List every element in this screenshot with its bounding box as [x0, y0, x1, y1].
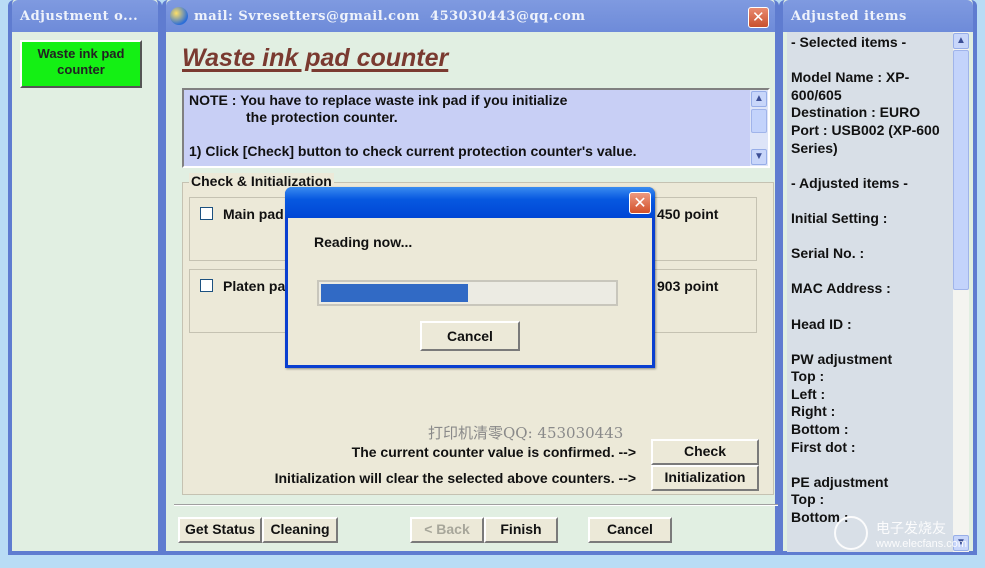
qq-contact-note: 打印机清零QQ: 453030443 [428, 424, 624, 442]
scroll-thumb[interactable] [953, 50, 969, 290]
scroll-down-icon[interactable]: ▼ [751, 149, 767, 165]
bottom-separator [174, 504, 778, 506]
scroll-up-icon[interactable]: ▲ [751, 91, 767, 107]
scroll-up-icon[interactable]: ▲ [953, 33, 969, 49]
init-description: Initialization will clear the selected a… [274, 470, 636, 486]
adjustment-panel-title: Adjustment o... [12, 0, 158, 32]
watermark-text: 电子发烧友 [876, 520, 946, 536]
adjusted-item-line: Top : [791, 368, 825, 385]
note-line-3 [189, 126, 768, 143]
note-line-4: 1) Click [Check] button to check current… [189, 143, 637, 159]
adjusted-items-panel: Adjusted items - Selected items - Model N… [779, 0, 977, 555]
main-pad-checkbox[interactable] [200, 207, 213, 220]
adjusted-item-line: Serial No. : [791, 245, 865, 262]
adjusted-item-line [791, 456, 961, 474]
progress-bar [317, 280, 618, 306]
platen-pad-value: 903 point [657, 278, 719, 294]
cancel-button[interactable]: Cancel [588, 517, 672, 543]
adjusted-item-line [791, 263, 961, 281]
adjusted-item-line [791, 228, 961, 246]
scroll-thumb[interactable] [751, 109, 767, 133]
adjusted-item-line: First dot : [791, 438, 856, 455]
reading-dialog: ✕ Reading now... Cancel [285, 187, 655, 368]
main-window-title: mail: Svresetters@gmail.com 453030443@qq… [194, 9, 586, 24]
dialog-message: Reading now... [314, 234, 413, 250]
cleaning-button[interactable]: Cleaning [262, 517, 338, 543]
adjusted-item-line: Head ID : [791, 315, 852, 332]
adjusted-item-line: MAC Address : [791, 280, 891, 297]
adjusted-item-line: Bottom : [791, 421, 849, 438]
adjusted-item-line: - Adjusted items - [791, 174, 908, 191]
dialog-cancel-button[interactable]: Cancel [420, 321, 520, 351]
adjusted-item-line: 600/605 [791, 86, 842, 103]
adjusted-item-line: PE adjustment [791, 473, 889, 490]
adjusted-items-scrollbar[interactable]: ▲ ▼ [953, 32, 969, 552]
watermark: 电子发烧友 www.elecfans.com [834, 516, 968, 550]
adjusted-item-line: Initial Setting : [791, 209, 888, 226]
note-textbox[interactable]: NOTE : You have to replace waste ink pad… [182, 88, 770, 168]
adjusted-item-line [791, 298, 961, 316]
note-line-1: NOTE : You have to replace waste ink pad… [189, 92, 568, 108]
main-pad-value: 450 point [657, 206, 719, 222]
adjusted-item-line: Model Name : XP- [791, 69, 910, 86]
check-button[interactable]: Check [651, 439, 759, 465]
adjusted-item-line: Left : [791, 385, 826, 402]
adjusted-item-line: PW adjustment [791, 350, 893, 367]
platen-pad-checkbox[interactable] [200, 279, 213, 292]
main-pad-label: Main pad [223, 206, 284, 222]
page-title: Waste ink pad counter [182, 44, 449, 72]
adjusted-item-line: Destination : EURO [791, 104, 921, 121]
main-close-button[interactable]: ✕ [748, 7, 769, 28]
note-line-2: the protection counter. [246, 109, 398, 125]
adjusted-item-line [791, 52, 961, 70]
adjusted-item-line [791, 192, 961, 210]
adjusted-item-line: Top : [791, 491, 825, 508]
adjusted-item-line: Series) [791, 139, 838, 156]
dialog-close-button[interactable]: ✕ [629, 192, 651, 214]
back-button[interactable]: < Back [410, 517, 484, 543]
adjusted-items-title: Adjusted items [783, 0, 973, 32]
platen-pad-label: Platen pa [223, 278, 286, 294]
finish-button[interactable]: Finish [484, 517, 558, 543]
note-scrollbar[interactable]: ▲ ▼ [750, 90, 768, 166]
get-status-button[interactable]: Get Status [178, 517, 262, 543]
main-window-titlebar: mail: Svresetters@gmail.com 453030443@qq… [166, 0, 775, 32]
app-icon [170, 7, 188, 25]
adjusted-item-line: Right : [791, 403, 836, 420]
adjustment-panel: Adjustment o... Waste ink pad counter [8, 0, 162, 555]
check-description: The current counter value is confirmed. … [351, 444, 636, 460]
dialog-titlebar: ✕ [285, 187, 655, 218]
watermark-logo-icon [834, 516, 868, 550]
progress-fill [321, 284, 468, 302]
adjusted-item-line: - Selected items - [791, 34, 907, 50]
adjusted-item-line: Port : USB002 (XP-600 [791, 121, 940, 138]
adjusted-item-line [791, 333, 961, 351]
watermark-url: www.elecfans.com [876, 538, 968, 550]
initialization-button[interactable]: Initialization [651, 465, 759, 491]
adjusted-item-line [791, 157, 961, 175]
waste-ink-pad-counter-button[interactable]: Waste ink pad counter [20, 40, 142, 88]
adjusted-items-list: - Selected items - Model Name : XP- 600/60… [787, 32, 961, 552]
